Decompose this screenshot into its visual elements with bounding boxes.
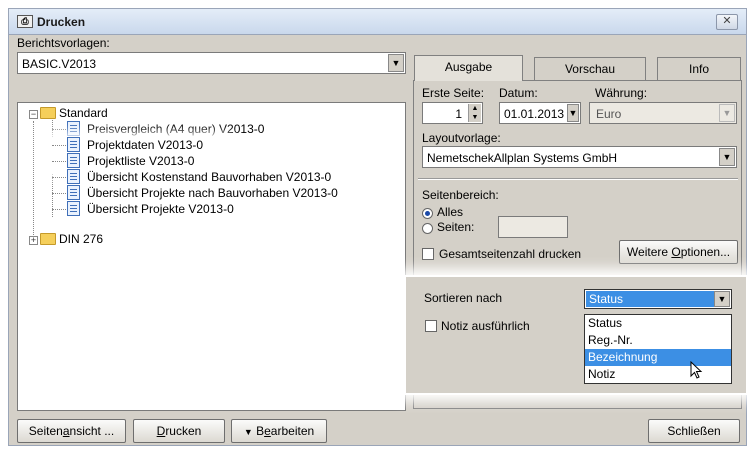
print-app-icon: ⎙ — [17, 15, 33, 28]
template-select[interactable]: BASIC.V2013 ▼ — [17, 52, 406, 74]
report-doc-icon — [67, 153, 80, 168]
more-options-mnemonic: O — [671, 245, 681, 259]
layout-label: Layoutvorlage: — [422, 131, 501, 145]
print-label-end: rucken — [165, 424, 202, 438]
more-options-label-start: Weitere — [626, 245, 672, 259]
sort-label: Sortieren nach — [424, 291, 503, 305]
spinner-icon[interactable]: ▲ ▼ — [468, 104, 481, 122]
folder-icon — [40, 233, 56, 245]
print-button[interactable]: Drucken — [133, 419, 225, 443]
tree-item[interactable]: Preisvergleich (A4 quer) V2013-0 — [87, 121, 264, 137]
edit-label-start: B — [256, 424, 265, 438]
page-preview-mnemonic: a — [62, 424, 70, 438]
more-options-button[interactable]: Weitere Optionen... — [619, 240, 738, 264]
expand-icon[interactable]: + — [29, 236, 38, 245]
page-range-label: Seitenbereich: — [422, 188, 499, 202]
report-doc-icon — [67, 137, 80, 152]
radio-pages-label: Seiten: — [437, 220, 475, 234]
page-preview-button[interactable]: Seitenansicht ... — [17, 419, 126, 443]
chevron-down-icon[interactable]: ▼ — [714, 291, 730, 307]
currency-value: Euro — [596, 107, 622, 121]
edit-mnemonic: e — [264, 424, 271, 438]
tree-item[interactable]: Übersicht Projekte V2013-0 — [87, 201, 234, 217]
report-tree[interactable]: − Standard Preisvergleich (A4 quer) V201… — [17, 102, 406, 411]
total-pages-checkbox[interactable] — [422, 248, 434, 260]
divider — [418, 178, 738, 180]
sort-option[interactable]: Status — [585, 315, 731, 332]
sort-option[interactable]: Reg.-Nr. — [585, 332, 731, 349]
page-preview-label-start: Seiten — [28, 424, 63, 438]
currency-select[interactable]: Euro ▼ — [589, 102, 737, 124]
pages-input[interactable] — [498, 216, 568, 238]
total-pages-label: Gesamtseitenzahl drucken — [439, 247, 582, 261]
window-close-button[interactable]: ✕ — [716, 14, 738, 30]
close-button[interactable]: Schließen — [648, 419, 740, 443]
note-detailed-checkbox[interactable] — [425, 320, 437, 332]
more-options-label-end: ptionen... — [680, 245, 731, 259]
sort-select[interactable]: Status ▼ — [584, 289, 732, 309]
layout-value: NemetschekAllplan Systems GmbH — [427, 151, 618, 165]
edit-button[interactable]: ▼ Bearbeiten — [231, 419, 327, 443]
tree-connector — [52, 129, 66, 130]
radio-all[interactable] — [422, 208, 433, 219]
tree-group-standard[interactable]: Standard — [59, 105, 108, 121]
first-page-label: Erste Seite: — [422, 86, 485, 100]
date-label: Datum: — [499, 86, 538, 100]
tree-item[interactable]: Übersicht Projekte nach Bauvorhaben V201… — [87, 185, 338, 201]
currency-label: Währung: — [595, 86, 648, 100]
edit-label-end: arbeiten — [270, 424, 315, 438]
radio-all-label: Alles — [437, 205, 464, 219]
tree-item[interactable]: Projektliste V2013-0 — [87, 153, 194, 169]
templates-label: Berichtsvorlagen: — [17, 36, 110, 50]
tree-connector — [52, 193, 66, 194]
folder-open-icon — [40, 107, 56, 119]
tree-item[interactable]: Übersicht Kostenstand Bauvorhaben V2013-… — [87, 169, 331, 185]
date-input[interactable]: 01.01.2013 ▼ — [499, 102, 581, 124]
chevron-down-icon[interactable]: ▼ — [567, 104, 579, 122]
collapse-icon[interactable]: − — [29, 110, 38, 119]
date-value: 01.01.2013 — [504, 107, 565, 121]
chevron-down-icon[interactable]: ▼ — [388, 54, 404, 72]
tab-info[interactable]: Info — [657, 57, 741, 81]
note-detailed-label: Notiz ausführlich — [441, 319, 530, 333]
chevron-down-icon[interactable]: ▼ — [719, 104, 735, 122]
tree-group-din276[interactable]: DIN 276 — [59, 231, 103, 247]
chevron-down-icon[interactable]: ▼ — [719, 148, 735, 166]
chevron-down-icon: ▼ — [243, 427, 253, 437]
print-mnemonic: D — [156, 424, 166, 438]
tab-vorschau[interactable]: Vorschau — [534, 57, 646, 81]
template-select-value: BASIC.V2013 — [22, 57, 97, 71]
layout-select[interactable]: NemetschekAllplan Systems GmbH ▼ — [422, 146, 737, 168]
tree-item[interactable]: Projektdaten V2013-0 — [87, 137, 203, 153]
tab-ausgabe[interactable]: Ausgabe — [414, 55, 523, 81]
page-preview-label-end: nsicht ... — [69, 424, 115, 438]
sort-option[interactable]: Notiz — [585, 366, 731, 383]
report-doc-icon — [67, 121, 80, 136]
sort-select-value: Status — [586, 291, 714, 307]
sort-option-hovered[interactable]: Bezeichnung — [585, 349, 731, 366]
tree-connector — [52, 209, 66, 210]
report-doc-icon — [67, 169, 80, 184]
first-page-input[interactable]: 1 ▲ ▼ — [422, 102, 483, 124]
tree-connector — [52, 161, 66, 162]
sort-options-list[interactable]: Status Reg.-Nr. Bezeichnung Notiz — [584, 314, 732, 384]
radio-pages[interactable] — [422, 223, 433, 234]
report-doc-icon — [67, 185, 80, 200]
mouse-cursor-icon — [690, 361, 703, 379]
tree-connector — [52, 145, 66, 146]
first-page-value: 1 — [455, 107, 462, 121]
report-doc-icon — [67, 201, 80, 216]
title-bar: ⎙ Drucken ✕ — [9, 9, 746, 35]
tree-line — [33, 121, 34, 241]
window-title: Drucken — [37, 15, 86, 29]
tree-connector — [52, 177, 66, 178]
